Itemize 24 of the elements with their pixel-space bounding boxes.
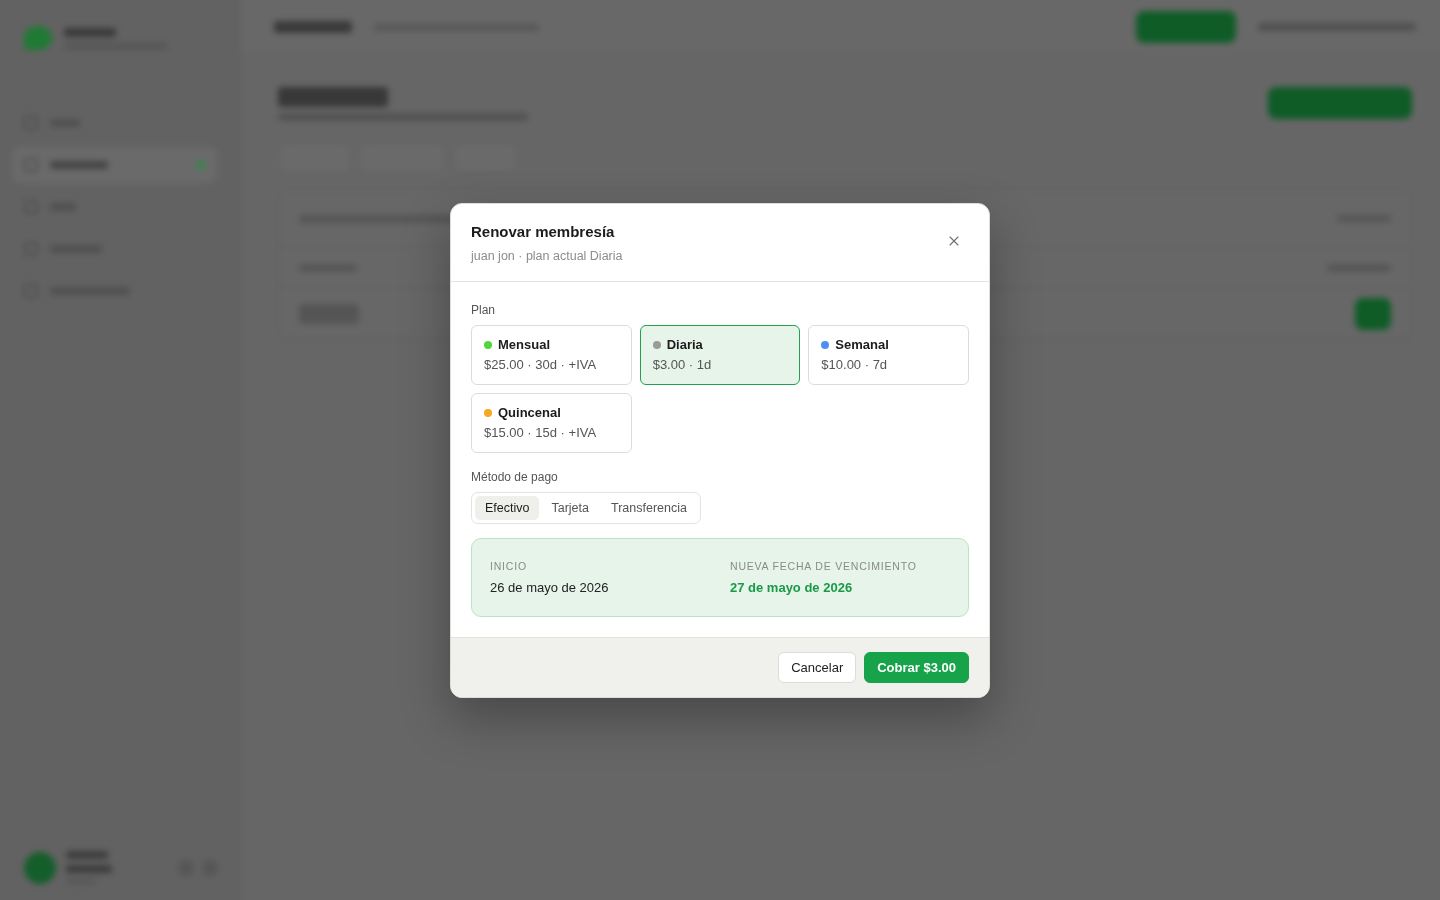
plan-label: Plan [471,301,497,318]
payment-method-tab[interactable]: Efectivo [475,495,540,520]
plan-details: $15.00 · 15d · +IVA [484,424,597,441]
date-value: 27 de mayo de 2026 [730,579,854,596]
date-value: 26 de mayo de 2026 [490,579,610,596]
payment-method-tab[interactable]: Transferencia [601,495,697,520]
plan-details: $25.00 · 30d · +IVA [484,356,597,373]
plan-name: Mensual [498,336,550,353]
cancel-button[interactable]: Cancelar [778,651,857,683]
plan-details: $10.00 · 7d [821,356,888,373]
plan-option[interactable]: Quincenal $15.00 · 15d · +IVA [471,392,632,453]
plan-details: $3.00 · 1d [652,356,712,373]
plan-option[interactable]: Semanal $10.00 · 7d [808,324,969,385]
plan-name: Semanal [835,336,889,353]
plan-name: Quincenal [498,404,561,421]
date-label: INICIO [490,558,528,573]
payment-method-label: Método de pago [471,468,559,485]
plan-option[interactable]: Diaria $3.00 · 1d [639,324,801,385]
dialog-title: Renovar membresía [471,221,616,242]
payment-method-tab[interactable]: Tarjeta [541,495,599,520]
plan-name: Diaria [666,336,703,353]
plan-option[interactable]: Mensual $25.00 · 30d · +IVA [471,324,632,385]
dialog-subtitle: juan jon · plan actual Diaria [471,247,623,264]
date-label: NUEVA FECHA DE VENCIMIENTO [730,558,918,573]
